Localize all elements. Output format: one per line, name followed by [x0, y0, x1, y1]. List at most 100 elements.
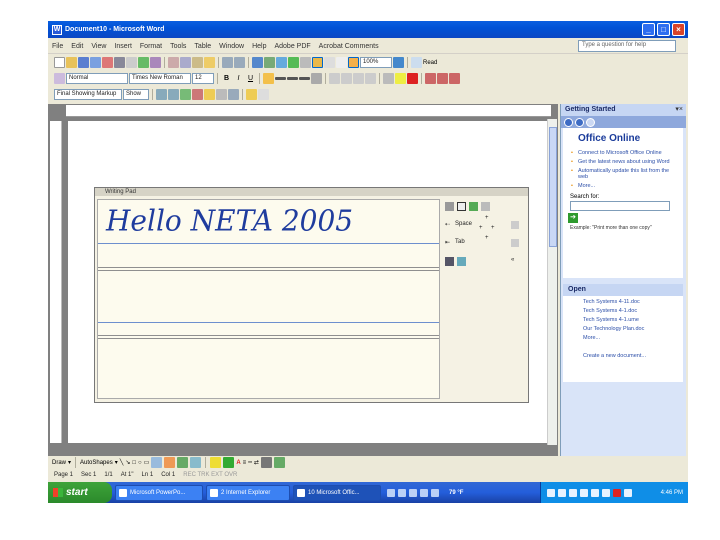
menu-view[interactable]: View: [87, 43, 110, 50]
link-latest-news[interactable]: Get the latest news about using Word: [571, 159, 680, 165]
task-powerpoint[interactable]: Microsoft PowerPo...: [115, 484, 203, 501]
help-icon[interactable]: [393, 57, 404, 68]
pen-icon[interactable]: [469, 202, 478, 211]
read-button[interactable]: Read: [423, 60, 437, 66]
decrease-indent-icon[interactable]: [353, 73, 364, 84]
vertical-ruler[interactable]: [50, 121, 62, 443]
align-right-icon[interactable]: [287, 77, 298, 80]
collapse-icon[interactable]: «: [511, 257, 514, 263]
close-button[interactable]: ×: [672, 23, 685, 36]
open-folder-icon[interactable]: [66, 57, 77, 68]
maximize-button[interactable]: □: [657, 23, 670, 36]
minimize-button[interactable]: _: [642, 23, 655, 36]
create-new-document-link[interactable]: Create a new document...: [583, 353, 683, 359]
spelling-icon[interactable]: [138, 57, 149, 68]
columns-icon[interactable]: [300, 57, 311, 68]
line-tool-icon[interactable]: ╲: [120, 459, 124, 466]
document-map-icon[interactable]: [324, 57, 335, 68]
quick-icon-4[interactable]: [420, 488, 428, 497]
keyboard-icon[interactable]: [445, 257, 454, 266]
clipart-icon[interactable]: [177, 457, 189, 468]
tray-icon-7[interactable]: [613, 488, 621, 497]
email-icon[interactable]: [102, 57, 113, 68]
menu-insert[interactable]: Insert: [110, 43, 136, 50]
accept-change-icon[interactable]: [180, 89, 191, 100]
show-select[interactable]: Show: [123, 89, 149, 100]
styles-formatting-icon[interactable]: [54, 73, 65, 84]
link-auto-update[interactable]: Automatically update this list from the …: [571, 168, 680, 180]
more-files-link[interactable]: More...: [583, 335, 683, 341]
quick-icon-1[interactable]: [387, 488, 395, 497]
show-hide-icon[interactable]: [336, 57, 347, 68]
tab-button[interactable]: Tab: [455, 239, 465, 245]
font-select[interactable]: Times New Roman: [129, 73, 191, 84]
permission-icon[interactable]: [90, 57, 101, 68]
vertical-scrollbar[interactable]: [547, 119, 557, 445]
save-icon[interactable]: [78, 57, 89, 68]
search-input[interactable]: [570, 201, 670, 211]
options-icon[interactable]: [481, 202, 490, 211]
task-internet-explorer[interactable]: 2 Internet Explorer: [206, 484, 290, 501]
tray-icon-1[interactable]: [547, 488, 555, 497]
textbox-tool-icon[interactable]: ▭: [144, 459, 150, 466]
format-painter-icon[interactable]: [204, 57, 215, 68]
quick-icon-3[interactable]: [409, 488, 417, 497]
arrow-style-icon[interactable]: ⇄: [254, 459, 259, 466]
underline-button[interactable]: U: [245, 75, 256, 82]
menu-format[interactable]: Format: [136, 43, 166, 50]
align-center-icon[interactable]: [275, 77, 286, 80]
zoom-select[interactable]: 100%: [360, 57, 392, 68]
line-style-icon[interactable]: ≡: [243, 460, 247, 466]
hyperlink-icon[interactable]: [252, 57, 263, 68]
bold-button[interactable]: B: [221, 75, 232, 82]
ink-menu-icon[interactable]: [258, 89, 269, 100]
menu-acrobat-comments[interactable]: Acrobat Comments: [315, 43, 383, 50]
justify-icon[interactable]: [299, 77, 310, 80]
recent-file-1[interactable]: Tech Systems 4-11.doc: [583, 299, 683, 305]
quick-icon-2[interactable]: [398, 488, 406, 497]
shadow-icon[interactable]: [260, 457, 272, 468]
insert-icon[interactable]: [511, 221, 519, 229]
highlight-icon[interactable]: [395, 73, 406, 84]
arrow-tool-icon[interactable]: ↘: [125, 459, 130, 466]
draw-menu[interactable]: Draw: [52, 460, 66, 466]
delete-icon[interactable]: [511, 239, 519, 247]
bullets-icon[interactable]: [341, 73, 352, 84]
align-left-icon[interactable]: [263, 73, 274, 84]
redo-icon[interactable]: [234, 57, 245, 68]
horizontal-ruler[interactable]: [66, 105, 551, 117]
print-icon[interactable]: [114, 57, 125, 68]
menu-window[interactable]: Window: [215, 43, 248, 50]
link-more[interactable]: More...: [571, 183, 680, 189]
move-down-icon[interactable]: +: [485, 235, 489, 241]
print-preview-icon[interactable]: [126, 57, 137, 68]
tray-icon-4[interactable]: [580, 488, 588, 497]
recent-file-4[interactable]: Our Technology Plan.doc: [583, 326, 683, 332]
ink-mode-icon[interactable]: [457, 202, 466, 211]
read-icon[interactable]: [411, 57, 422, 68]
tray-icon-3[interactable]: [569, 488, 577, 497]
back-icon[interactable]: [564, 117, 573, 127]
task-word[interactable]: 10 Microsoft Offic...: [293, 484, 381, 501]
pdf-email-icon[interactable]: [437, 73, 448, 84]
writing-pad-canvas[interactable]: Hello NETA 2005: [97, 199, 440, 399]
numbering-icon[interactable]: [329, 73, 340, 84]
tray-icon-6[interactable]: [602, 488, 610, 497]
pdf-icon[interactable]: [425, 73, 436, 84]
undo-icon[interactable]: [222, 57, 233, 68]
font-color-a-icon[interactable]: A: [236, 460, 240, 466]
increase-indent-icon[interactable]: [365, 73, 376, 84]
menu-help[interactable]: Help: [248, 43, 270, 50]
move-left-icon[interactable]: +: [479, 225, 483, 231]
wordart-icon[interactable]: [151, 457, 163, 468]
quick-icon-5[interactable]: [431, 488, 439, 497]
ink-annotations-icon[interactable]: [246, 89, 257, 100]
link-connect-office-online[interactable]: Connect to Microsoft Office Online: [571, 150, 680, 156]
previous-change-icon[interactable]: [156, 89, 167, 100]
tables-borders-icon[interactable]: [264, 57, 275, 68]
forward-icon[interactable]: [575, 117, 584, 127]
display-markup-select[interactable]: Final Showing Markup: [54, 89, 122, 100]
recent-file-2[interactable]: Tech Systems 4-1.doc: [583, 308, 683, 314]
move-right-icon[interactable]: +: [491, 225, 495, 231]
track-changes-icon[interactable]: [216, 89, 227, 100]
